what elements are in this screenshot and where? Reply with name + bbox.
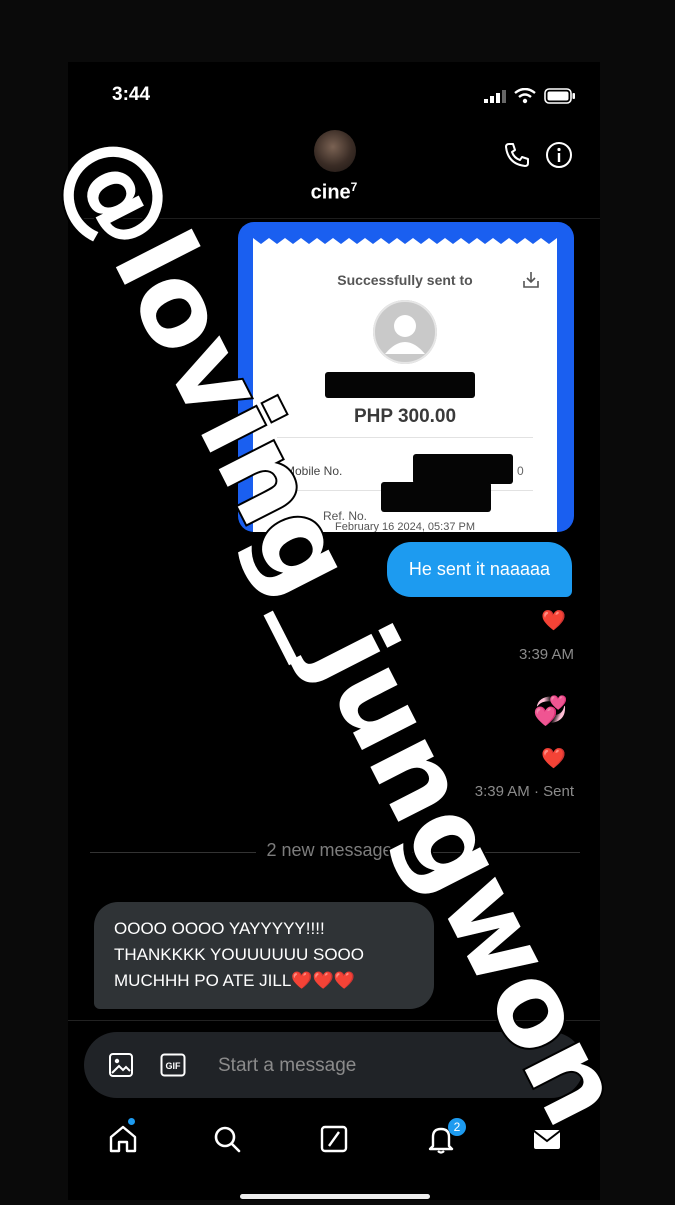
sparkling-hearts-message[interactable]: 💞 — [533, 694, 568, 727]
redacted-recipient-name — [325, 372, 475, 398]
grok-icon[interactable] — [317, 1122, 351, 1156]
reaction-heart[interactable]: ❤️ — [541, 608, 566, 633]
battery-icon — [544, 88, 575, 104]
home-icon[interactable] — [106, 1122, 140, 1156]
svg-text:GIF: GIF — [166, 1061, 182, 1071]
download-icon[interactable] — [521, 270, 541, 290]
image-icon[interactable] — [108, 1052, 134, 1078]
receipt-zigzag-edge — [253, 232, 557, 244]
info-icon[interactable] — [544, 140, 574, 170]
signal-icon — [484, 90, 506, 103]
phone-call-icon[interactable] — [502, 140, 532, 170]
contact-avatar[interactable] — [314, 130, 356, 172]
message-timestamp: 3:39 AM — [518, 646, 574, 663]
search-icon[interactable] — [210, 1122, 244, 1156]
outgoing-message-bubble[interactable]: He sent it naaaaa — [386, 542, 572, 597]
incoming-message-bubble[interactable]: OOOO OOOO YAYYYYY!!!! THANKKKK YOUUUUUU … — [94, 902, 434, 1009]
mobile-number-suffix: 0 — [517, 464, 524, 478]
home-indicator — [240, 1194, 430, 1199]
home-unread-dot — [128, 1118, 135, 1125]
recipient-avatar-placeholder — [373, 300, 437, 364]
receipt-title: Successfully sent to — [337, 272, 473, 288]
redacted-reference-number — [381, 482, 491, 512]
wifi-icon — [514, 88, 536, 104]
reaction-heart[interactable]: ❤️ — [541, 746, 566, 771]
gif-icon[interactable]: GIF — [160, 1053, 186, 1077]
status-icons — [484, 88, 576, 104]
redacted-mobile-number — [413, 454, 513, 484]
notifications-badge: 2 — [448, 1118, 466, 1136]
